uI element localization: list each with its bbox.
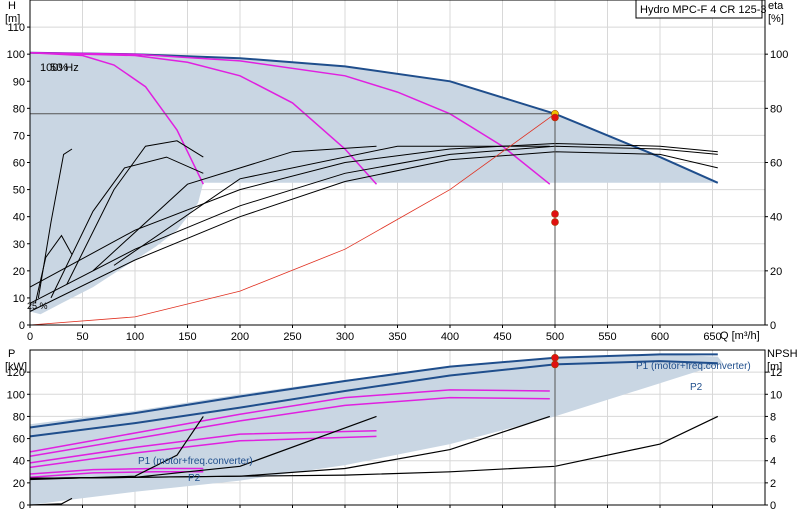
x-tick-label: 500 bbox=[546, 331, 564, 343]
x-tick-label: 300 bbox=[336, 331, 354, 343]
duty-point-eta bbox=[551, 210, 559, 218]
bottom-y2label: NPSH bbox=[767, 348, 798, 360]
head-efficiency-chart: 01020304050607080901001100204060801000 50… bbox=[7, 0, 788, 343]
y-tick-label: 50 bbox=[13, 185, 25, 197]
y2-tick-label: 6 bbox=[770, 434, 776, 446]
x-tick-label: 100 bbox=[126, 331, 144, 343]
x-tick-label: 600 bbox=[651, 331, 669, 343]
x-tick-label: 250 bbox=[283, 331, 301, 343]
duty-point-power bbox=[551, 360, 559, 369]
x-tick-label: 650 bbox=[703, 331, 721, 343]
y-tick-label: 30 bbox=[13, 239, 25, 251]
y2-tick-label: 10 bbox=[770, 389, 782, 401]
y-tick-label: 60 bbox=[13, 158, 25, 170]
y-tick-label: 0 bbox=[19, 500, 25, 512]
x-tick-label: 150 bbox=[178, 331, 196, 343]
y-tick-label: 100 bbox=[7, 389, 25, 401]
annotation-p1-max: P1 (motor+freq.converter) bbox=[636, 361, 751, 372]
y2-tick-label: 100 bbox=[770, 49, 788, 61]
y-tick-label: 90 bbox=[13, 76, 25, 88]
top-ylabel-unit: [m] bbox=[5, 13, 20, 25]
x-tick-label: 400 bbox=[441, 331, 459, 343]
y-tick-label: 60 bbox=[13, 434, 25, 446]
y2-tick-label: 0 bbox=[770, 320, 776, 332]
y-tick-label: 20 bbox=[13, 478, 25, 490]
y-tick-label: 40 bbox=[13, 212, 25, 224]
chart-title: Hydro MPC-F 4 CR 125-3 bbox=[640, 4, 767, 16]
top-xlabel: Q [m³/h] bbox=[720, 330, 760, 342]
y-tick-label: 10 bbox=[13, 293, 25, 305]
y2-tick-label: 80 bbox=[770, 103, 782, 115]
y2-tick-label: 60 bbox=[770, 158, 782, 170]
x-tick-label: 350 bbox=[388, 331, 406, 343]
bottom-ylabel: P bbox=[8, 348, 15, 360]
x-tick-label: 200 bbox=[231, 331, 249, 343]
annotation-50-hz: 50 Hz bbox=[50, 62, 79, 74]
top-y2label: eta bbox=[768, 0, 784, 12]
y-tick-label: 100 bbox=[7, 49, 25, 61]
y2-tick-label: 20 bbox=[770, 266, 782, 278]
y-tick-label: 70 bbox=[13, 130, 25, 142]
duty-point-power bbox=[551, 353, 559, 362]
y2-tick-label: 4 bbox=[770, 456, 776, 468]
annotation-p2-min: P2 bbox=[188, 473, 201, 484]
x-tick-label: 50 bbox=[76, 331, 88, 343]
y-tick-label: 80 bbox=[13, 103, 25, 115]
top-title-box: Hydro MPC-F 4 CR 125-3 bbox=[635, 0, 767, 19]
y-tick-label: 20 bbox=[13, 266, 25, 278]
duty-point-eta bbox=[551, 218, 559, 226]
annotation-p2-max: P2 bbox=[690, 382, 703, 393]
y-tick-label: 40 bbox=[13, 456, 25, 468]
y-tick-label: 80 bbox=[13, 411, 25, 423]
x-tick-label: 550 bbox=[598, 331, 616, 343]
bottom-y2label-unit: [m] bbox=[767, 361, 782, 373]
top-ylabel: H bbox=[8, 0, 16, 12]
x-tick-label: 450 bbox=[493, 331, 511, 343]
y2-tick-label: 40 bbox=[770, 212, 782, 224]
y-tick-label: 0 bbox=[19, 320, 25, 332]
y2-tick-label: 0 bbox=[770, 500, 776, 512]
duty-point-npsh bbox=[551, 113, 559, 122]
operating-envelope bbox=[30, 52, 718, 315]
top-y2label-unit: [%] bbox=[768, 13, 784, 25]
annotation-p1-min: P1 (motor+freq.converter) bbox=[138, 456, 253, 467]
y2-tick-label: 8 bbox=[770, 411, 776, 423]
bottom-ylabel-unit: [kW] bbox=[5, 361, 27, 373]
annotation-25-percent: 25 % bbox=[27, 301, 48, 311]
x-tick-label: 0 bbox=[27, 331, 33, 343]
y2-tick-label: 2 bbox=[770, 478, 776, 490]
pump-performance-chart: 01020304050607080901001100204060801000 50… bbox=[5, 0, 798, 512]
